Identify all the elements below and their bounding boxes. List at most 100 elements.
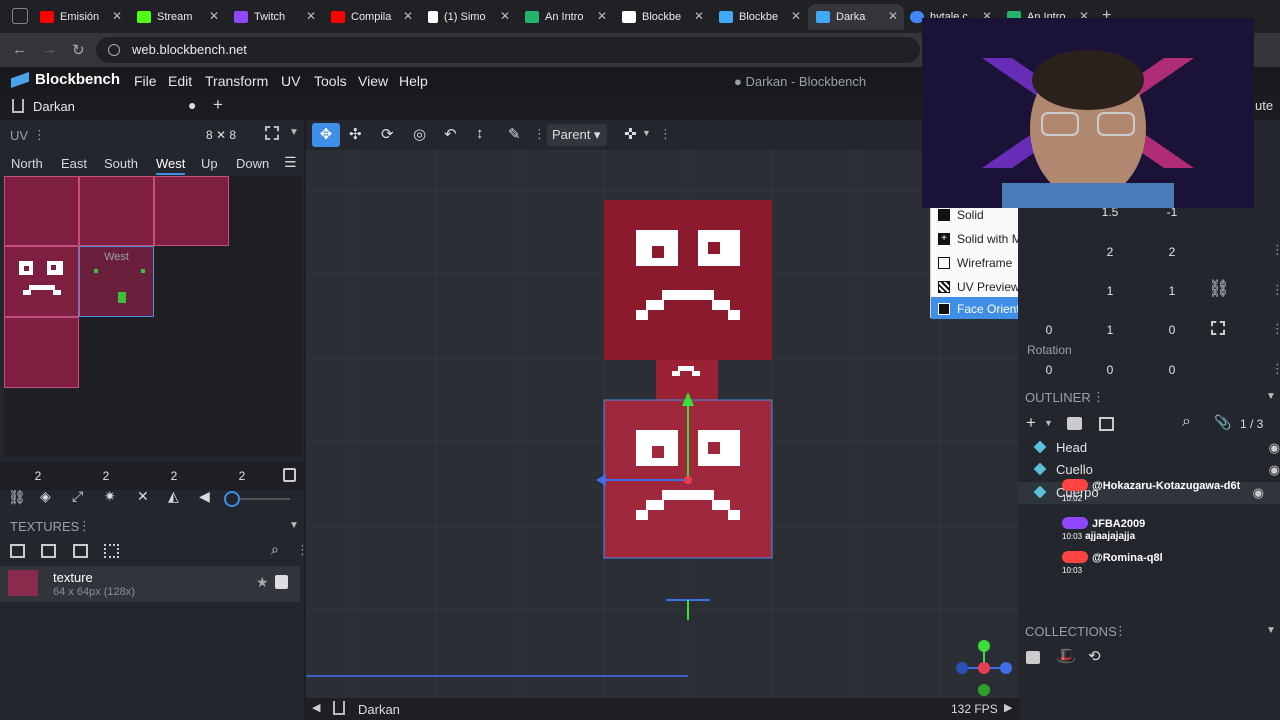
star-icon[interactable]: ★ — [256, 574, 269, 591]
uv-value[interactable]: 2 — [28, 469, 48, 483]
transform-space-select[interactable]: Parent ▾ — [547, 124, 607, 146]
face-tab-east[interactable]: East — [61, 156, 87, 171]
mirror-icon[interactable]: ◭ — [168, 488, 179, 505]
forward-icon[interactable]: → — [42, 41, 57, 58]
link-icon[interactable]: ⛓ — [1208, 279, 1230, 299]
browser-tab-active[interactable]: Darka ✕ — [808, 4, 904, 30]
eye-icon[interactable]: ◉ — [1269, 440, 1280, 456]
back-icon[interactable]: ← — [12, 41, 27, 58]
menu-uv[interactable]: UV — [281, 73, 300, 89]
face-tab-west[interactable]: West — [156, 156, 186, 175]
browser-tab[interactable]: Twitch ✕ — [234, 4, 322, 30]
eye-icon[interactable]: ◉ — [1253, 485, 1264, 501]
eye-icon[interactable]: ◉ — [1269, 462, 1280, 478]
browser-tab[interactable]: Stream ✕ — [137, 4, 225, 30]
face-tab-north[interactable]: North — [11, 156, 43, 171]
menu-view[interactable]: View — [358, 73, 388, 89]
pivot-value[interactable]: 0 — [1162, 323, 1182, 337]
clear-icon[interactable]: ✕ — [137, 488, 149, 505]
menu-dots-icon[interactable]: ⋮ — [533, 126, 546, 142]
add-group-icon[interactable] — [1067, 417, 1082, 430]
menu-dots-icon[interactable]: ⋮ — [1114, 623, 1127, 639]
rotate-tool-icon[interactable]: ⟳ — [381, 125, 394, 143]
inflate-value[interactable]: 1 — [1162, 284, 1182, 298]
snap-icon[interactable]: ✜ — [624, 125, 637, 143]
outliner-item[interactable]: Cuello ◉ — [1033, 462, 1280, 478]
face-tab-down[interactable]: Down — [236, 156, 269, 171]
pivot-value[interactable]: 1 — [1100, 323, 1120, 337]
texture-group-icon[interactable] — [73, 544, 88, 558]
add-texture-icon[interactable] — [10, 544, 25, 558]
close-icon[interactable]: ✕ — [791, 9, 801, 23]
size-value[interactable]: 2 — [1162, 245, 1182, 259]
inflate-value[interactable]: 1 — [1100, 284, 1120, 298]
search-icon[interactable]: ⌕ — [271, 541, 279, 558]
close-icon[interactable]: ✕ — [306, 9, 316, 23]
close-icon[interactable]: ✕ — [112, 9, 122, 23]
uv-handle[interactable] — [118, 292, 126, 303]
menu-dots-icon[interactable]: ⋮ — [1271, 361, 1280, 377]
menu-help[interactable]: Help — [399, 73, 428, 89]
center-pivot-icon[interactable] — [1211, 321, 1225, 335]
close-icon[interactable]: ✕ — [403, 9, 413, 23]
menu-edit[interactable]: Edit — [168, 73, 192, 89]
mode-label[interactable]: ute — [1255, 98, 1273, 113]
chevron-right-icon[interactable]: ▶ — [1004, 701, 1012, 714]
auto-uv-icon[interactable]: ✷ — [104, 488, 116, 505]
add-project-button[interactable]: + — [213, 95, 223, 115]
menu-file[interactable]: File — [134, 73, 157, 89]
browser-tab[interactable]: (1) Simo ✕ — [428, 4, 516, 30]
add-collection-icon[interactable] — [1026, 651, 1040, 664]
menu-dots-icon[interactable]: ⋮ — [1271, 242, 1280, 258]
save-icon[interactable] — [275, 575, 288, 589]
site-info-icon[interactable] — [108, 44, 120, 56]
uv-value[interactable]: 2 — [96, 469, 116, 483]
paint-bucket-icon[interactable]: ◈ — [40, 488, 51, 505]
vertex-snap-icon[interactable]: ↶ — [444, 125, 457, 143]
copy-icon[interactable] — [283, 468, 296, 482]
chevron-left-icon[interactable]: ◀ — [312, 701, 320, 714]
refresh-icon[interactable]: ⟲ — [1088, 647, 1101, 665]
close-icon[interactable]: ✕ — [500, 9, 510, 23]
filter-icon[interactable]: ☰ — [284, 154, 297, 171]
close-icon[interactable]: ✕ — [694, 9, 704, 23]
collapse-icon[interactable] — [1099, 417, 1114, 431]
maximize-icon[interactable]: ⤢ — [72, 488, 83, 505]
resize-tool-icon[interactable]: ✣ — [349, 125, 362, 143]
menu-dots-icon[interactable]: ⋮ — [1092, 389, 1105, 405]
rotation-value[interactable]: 0 — [1100, 363, 1120, 377]
slider-handle[interactable] — [224, 491, 240, 507]
close-icon[interactable]: ✕ — [597, 9, 607, 23]
paint-brush-icon[interactable]: ✎ — [508, 125, 521, 143]
link-icon[interactable]: ⛓ — [8, 489, 26, 506]
url-field[interactable]: web.blockbench.net — [96, 37, 920, 63]
uv-face[interactable] — [154, 176, 229, 246]
move-tool-icon[interactable]: ✥ — [312, 123, 340, 147]
size-value[interactable]: 2 — [1100, 245, 1120, 259]
pivot-value[interactable]: 0 — [1039, 323, 1059, 337]
face-tab-south[interactable]: South — [104, 156, 138, 171]
menu-dots-icon[interactable]: ⋮ — [1271, 282, 1280, 298]
menu-dots-icon[interactable]: ⋮ — [33, 127, 46, 143]
uv-face[interactable] — [4, 317, 79, 388]
menu-dots-icon[interactable]: ⋮ — [78, 518, 91, 534]
browser-tab[interactable]: Emisión ✕ — [40, 4, 128, 30]
uv-face-front[interactable] — [4, 246, 79, 317]
reload-icon[interactable]: ↻ — [72, 41, 85, 59]
search-icon[interactable]: ⌕ — [1182, 413, 1191, 431]
slider-track[interactable] — [240, 498, 290, 500]
3d-viewport[interactable] — [306, 150, 1020, 698]
uv-face[interactable] — [79, 176, 154, 246]
rotation-value[interactable]: 0 — [1039, 363, 1059, 377]
browser-tab[interactable]: Compila ✕ — [331, 4, 419, 30]
paperclip-icon[interactable]: 📎 — [1214, 414, 1231, 431]
chevron-down-icon[interactable]: ▼ — [1044, 418, 1053, 428]
fullscreen-icon[interactable] — [265, 126, 279, 140]
close-icon[interactable]: ✕ — [209, 9, 219, 23]
hat-icon[interactable]: 🎩 — [1056, 646, 1076, 666]
menu-tools[interactable]: Tools — [314, 73, 347, 89]
outliner-item[interactable]: Head ◉ — [1033, 440, 1280, 456]
menu-dots-icon[interactable]: ⋮ — [659, 126, 672, 142]
chevron-down-icon[interactable]: ▼ — [642, 128, 651, 138]
uv-value[interactable]: 2 — [164, 469, 184, 483]
